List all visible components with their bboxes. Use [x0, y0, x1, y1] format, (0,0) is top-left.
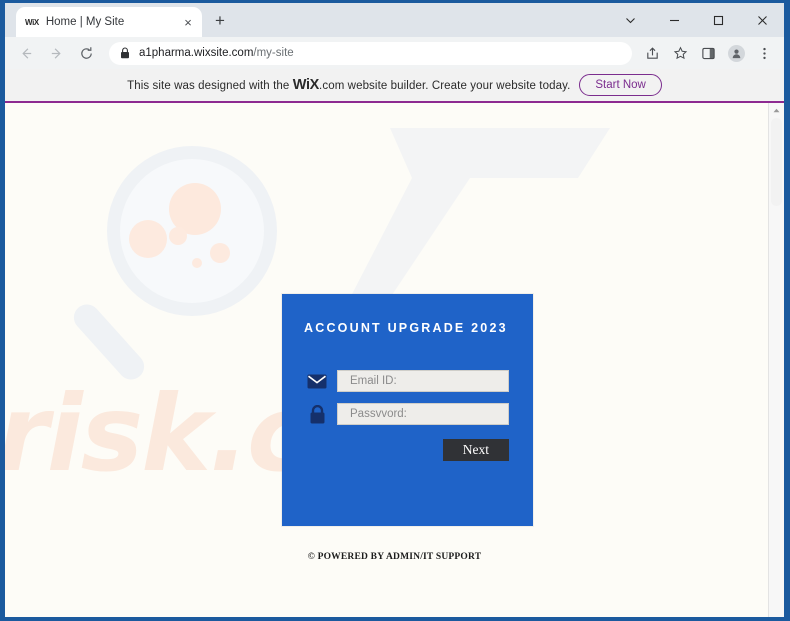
login-card: ACCOUNT UPGRADE 2023 Email ID: Passvvord… [282, 294, 533, 526]
page-viewport: risk.com ACCOUNT UPGRADE 2023 Email ID: [5, 103, 784, 584]
tab-title: Home | My Site [45, 16, 125, 28]
banner-text: This site was designed with the WiX.com … [127, 77, 570, 93]
chevron-down-icon[interactable] [608, 3, 652, 37]
forward-arrow-icon[interactable] [43, 40, 69, 66]
close-icon[interactable] [740, 3, 784, 37]
password-placeholder: Passvvord: [350, 408, 407, 420]
wix-wordmark: WiX [292, 77, 320, 93]
padlock-icon [306, 403, 328, 425]
email-field[interactable]: Email ID: [337, 370, 509, 392]
close-tab-icon[interactable]: × [180, 16, 196, 29]
page-content: risk.com ACCOUNT UPGRADE 2023 Email ID: [5, 103, 784, 617]
powered-by-text: © POWERED BY ADMIN/IT SUPPORT [307, 552, 482, 562]
side-panel-icon[interactable] [695, 40, 721, 66]
next-button[interactable]: Next [442, 439, 509, 461]
scroll-up-icon[interactable] [769, 103, 784, 118]
banner-text-after: .com website builder. Create your websit… [319, 80, 571, 92]
three-dot-menu-icon[interactable] [751, 40, 777, 66]
maximize-icon[interactable] [696, 3, 740, 37]
reload-icon[interactable] [73, 40, 99, 66]
bookmark-star-icon[interactable] [667, 40, 693, 66]
browser-toolbar: a1pharma.wixsite.com/my-site [5, 37, 784, 69]
profile-avatar-icon[interactable] [723, 40, 749, 66]
address-bar[interactable]: a1pharma.wixsite.com/my-site [109, 41, 632, 65]
email-placeholder: Email ID: [350, 375, 397, 387]
card-heading: ACCOUNT UPGRADE 2023 [304, 321, 508, 335]
window-controls [608, 3, 784, 37]
browser-tab[interactable]: WiX Home | My Site × [16, 7, 202, 37]
page-scrollbar[interactable] [768, 103, 784, 617]
email-row: Email ID: [306, 370, 533, 392]
url-host: a1pharma.wixsite.com [139, 47, 254, 59]
url-path: /my-site [253, 47, 294, 59]
toolbar-icons [638, 40, 778, 66]
password-field[interactable]: Passvvord: [337, 403, 509, 425]
minimize-icon[interactable] [652, 3, 696, 37]
envelope-icon [306, 370, 328, 392]
tab-strip: WiX Home | My Site × + [5, 3, 784, 37]
start-now-button[interactable]: Start Now [579, 74, 662, 96]
wix-promo-banner: This site was designed with the WiX.com … [5, 69, 784, 101]
submit-row: Next [282, 439, 509, 461]
wix-favicon-icon: WiX [25, 17, 39, 27]
url-text: a1pharma.wixsite.com/my-site [139, 47, 294, 59]
magnifier-watermark [73, 146, 277, 380]
browser-window: WiX Home | My Site × + a1pharma.wixsite.… [5, 3, 784, 617]
back-arrow-icon[interactable] [13, 40, 39, 66]
new-tab-button[interactable]: + [210, 12, 230, 32]
banner-text-before: This site was designed with the [127, 80, 290, 92]
password-row: Passvvord: [306, 403, 533, 425]
share-icon[interactable] [639, 40, 665, 66]
avatar [727, 44, 745, 62]
scrollbar-thumb[interactable] [771, 118, 782, 206]
lock-icon [120, 47, 130, 59]
